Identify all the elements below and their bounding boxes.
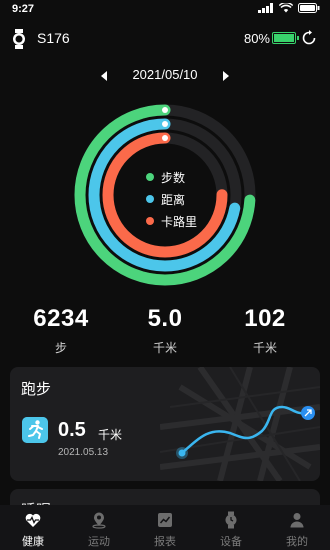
tab-report[interactable]: 报表 <box>132 505 198 550</box>
heart-pulse-icon <box>25 513 41 527</box>
route-map <box>160 367 320 481</box>
signal-icon <box>258 3 273 13</box>
legend-dot-steps <box>146 173 154 181</box>
legend-item-calories: 卡路里 <box>146 210 197 232</box>
date-selector: 2021/05/10 <box>0 66 330 86</box>
ring-start-dot-distance <box>162 121 168 127</box>
watch-icon <box>225 511 237 529</box>
tab-health-label: 健康 <box>22 536 44 548</box>
daily-stats: 6234 步 5.0 千米 102 千米 <box>0 305 330 359</box>
legend-item-distance: 距离 <box>146 188 197 210</box>
ring-start-dot-steps <box>162 107 168 113</box>
bottom-tab-bar: 健康 运动 报表 设备 我的 <box>0 505 330 550</box>
tab-sport[interactable]: 运动 <box>66 505 132 550</box>
stat-steps-value: 6234 <box>33 305 89 332</box>
stat-distance-unit: 千米 <box>152 341 177 355</box>
device-battery-icon <box>272 32 299 44</box>
stat-distance-value: 5.0 <box>147 305 183 332</box>
device-battery-text: 80% <box>243 31 270 46</box>
ring-start-dot-calories <box>162 135 168 141</box>
tab-health[interactable]: 健康 <box>0 505 66 550</box>
status-time: 9:27 <box>12 3 35 15</box>
legend-label-steps: 步数 <box>161 170 186 185</box>
sync-icon[interactable] <box>300 29 318 47</box>
device-header: S176 80% <box>0 26 330 52</box>
person-icon <box>290 513 304 528</box>
running-card-title: 跑步 <box>21 381 52 398</box>
stat-steps: 6234 步 <box>11 305 111 356</box>
legend-label-calories: 卡路里 <box>161 214 198 229</box>
tab-sport-label: 运动 <box>88 536 110 548</box>
legend-dot-calories <box>146 217 154 225</box>
tab-report-label: 报表 <box>154 536 176 548</box>
ring-legend: 步数 距离 卡路里 <box>146 166 197 232</box>
legend-label-distance: 距离 <box>161 192 186 207</box>
tab-mine-label: 我的 <box>286 536 308 548</box>
legend-dot-distance <box>146 195 154 203</box>
stat-calories-unit: 千米 <box>252 341 277 355</box>
phone-battery-icon <box>298 3 320 13</box>
selected-date[interactable]: 2021/05/10 <box>132 67 197 82</box>
tab-device[interactable]: 设备 <box>198 505 264 550</box>
running-icon <box>22 417 48 443</box>
running-date: 2021.05.13 <box>58 447 109 458</box>
previous-day-arrow-icon[interactable] <box>96 68 112 84</box>
system-icons <box>258 3 320 13</box>
stat-calories: 102 千米 <box>215 305 315 356</box>
running-distance-unit: 千米 <box>98 428 123 442</box>
wifi-icon <box>279 3 293 13</box>
device-name[interactable]: S176 <box>37 30 70 46</box>
legend-item-steps: 步数 <box>146 166 197 188</box>
tab-mine[interactable]: 我的 <box>264 505 330 550</box>
stat-distance: 5.0 千米 <box>115 305 215 356</box>
status-bar: 9:27 <box>0 0 330 20</box>
running-distance-value: 0.5 <box>58 419 86 441</box>
location-pin-icon <box>92 512 106 529</box>
chart-icon <box>158 513 172 527</box>
running-card[interactable]: 跑步 0.5 千米 2021.05.13 <box>10 367 320 481</box>
next-day-arrow-icon[interactable] <box>218 68 234 84</box>
stat-steps-unit: 步 <box>54 341 67 355</box>
stat-calories-value: 102 <box>244 305 286 332</box>
tab-device-label: 设备 <box>220 536 242 548</box>
smartwatch-icon <box>13 29 25 49</box>
